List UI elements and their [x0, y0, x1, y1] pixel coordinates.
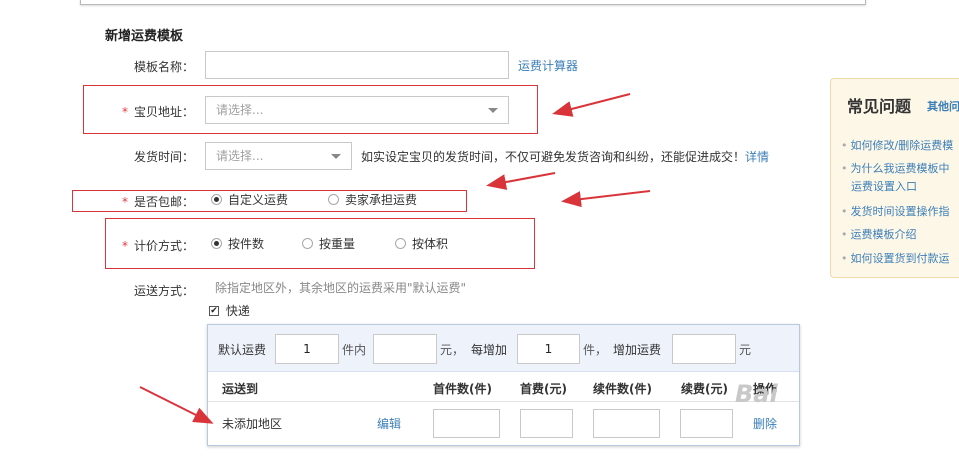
free-shipping-label-text: 是否包邮：	[133, 195, 194, 209]
arrow-to-location	[552, 93, 631, 117]
faq-item[interactable]: • 如何修改/删除运费模	[841, 137, 953, 153]
top-panel-edge	[80, 0, 866, 5]
arrow-to-free-shipping-2	[561, 190, 651, 208]
radio-unselected-icon	[302, 238, 313, 249]
first-fee-input[interactable]	[520, 409, 573, 438]
location-select[interactable]: 请选择...	[205, 96, 509, 124]
delete-row-link[interactable]: 删除	[753, 415, 777, 432]
faq-item[interactable]: • 如何设置货到付款运	[841, 250, 950, 266]
faq-panel: 常见问题 其他问 • 如何修改/删除运费模 • 为什么我运费模板中 运费设置入口 •…	[830, 78, 959, 278]
arrow-to-free-shipping-1	[486, 172, 556, 190]
faq-item-text: 运费设置入口	[851, 180, 917, 193]
chevron-down-icon	[331, 154, 341, 159]
edit-region-link[interactable]: 编辑	[377, 415, 401, 432]
default-qty-input[interactable]: 1	[275, 334, 339, 364]
radio-custom-freight[interactable]: 自定义运费	[211, 191, 288, 208]
faq-item-text: 运费模板介绍	[850, 228, 917, 241]
default-fee-label: 默认运费	[218, 343, 267, 357]
faq-item[interactable]: • 发货时间设置操作指	[841, 203, 950, 219]
header-ship-to: 运送到	[222, 382, 259, 396]
header-next-fee: 续费(元)	[681, 382, 728, 396]
express-checkbox[interactable]: ✔ 快递	[209, 302, 250, 319]
freight-calculator-link[interactable]: 运费计算器	[518, 57, 578, 74]
radio-seller-pays-label: 卖家承担运费	[345, 193, 418, 207]
radio-by-weight[interactable]: 按重量	[302, 235, 355, 252]
ship-time-label: 发货时间：	[133, 150, 194, 164]
checkmark-icon: ✔	[209, 305, 219, 316]
qty-unit-within: 件内	[342, 343, 367, 357]
radio-by-volume-label: 按体积	[412, 237, 449, 251]
piece-unit: 件，	[583, 343, 608, 357]
header-next-qty: 续件数(件)	[593, 382, 652, 396]
watermark-logo: Bai	[735, 380, 778, 408]
radio-selected-icon	[211, 194, 222, 205]
pricing-label: * 计价方式：	[104, 237, 194, 254]
ship-time-placeholder: 请选择...	[216, 149, 264, 163]
next-qty-input[interactable]	[593, 409, 660, 438]
radio-unselected-icon	[328, 194, 339, 205]
faq-item-text: 为什么我运费模板中	[850, 162, 950, 175]
radio-custom-freight-label: 自定义运费	[228, 193, 289, 207]
required-mark: *	[121, 105, 128, 119]
section-title: 新增运费模板	[105, 29, 184, 44]
chevron-down-icon	[488, 108, 498, 113]
express-freight-panel: 默认运费 1 件内 元， 每增加 1 件， 增加运费 元 运送到 首件数(件) …	[207, 324, 800, 446]
each-add-label: 每增加	[471, 343, 508, 357]
shipping-method-label: 运送方式：	[133, 284, 194, 298]
header-first-fee: 首费(元)	[520, 382, 567, 396]
location-label: * 宝贝地址：	[104, 103, 194, 120]
ship-time-hint-text: 如实设定宝贝的发货时间，不仅可避免发货咨询和纠纷，还能促进成交！	[361, 150, 746, 164]
required-mark: *	[121, 239, 128, 253]
ship-time-details-link[interactable]: 详情	[745, 150, 769, 164]
radio-by-piece[interactable]: 按件数	[211, 235, 264, 252]
region-text: 未添加地区	[222, 417, 283, 431]
radio-by-piece-label: 按件数	[228, 237, 265, 251]
radio-unselected-icon	[395, 238, 406, 249]
next-fee-input[interactable]	[680, 409, 733, 438]
free-shipping-label: * 是否包邮：	[104, 193, 194, 210]
add-fee-input[interactable]	[672, 334, 736, 364]
express-label: 快递	[225, 304, 250, 318]
faq-item[interactable]: • 运费模板介绍	[841, 226, 917, 242]
each-add-input[interactable]: 1	[517, 334, 580, 364]
faq-item-text: 发货时间设置操作指	[850, 205, 950, 218]
required-mark: *	[121, 195, 128, 209]
ship-time-hint: 如实设定宝贝的发货时间，不仅可避免发货咨询和纠纷，还能促进成交！详情	[361, 148, 769, 165]
faq-item-continued[interactable]: 运费设置入口	[851, 178, 917, 194]
location-label-text: 宝贝地址：	[133, 105, 194, 119]
default-fee-input[interactable]	[373, 334, 437, 364]
faq-other-link[interactable]: 其他问	[927, 98, 959, 114]
shipping-method-hint: 除指定地区外，其余地区的运费采用"默认运费"	[215, 281, 467, 295]
row-divider	[208, 401, 799, 402]
radio-by-volume[interactable]: 按体积	[395, 235, 448, 252]
faq-title: 常见问题	[847, 97, 912, 116]
template-name-input[interactable]	[205, 51, 509, 79]
template-name-label: 模板名称：	[133, 60, 194, 74]
header-first-qty: 首件数(件)	[433, 382, 492, 396]
add-fee-label: 增加运费	[613, 343, 662, 357]
faq-item[interactable]: • 为什么我运费模板中	[841, 160, 950, 176]
pricing-label-text: 计价方式：	[133, 239, 194, 253]
faq-item-text: 如何修改/删除运费模	[850, 139, 954, 152]
yuan-unit-1: 元，	[440, 343, 465, 357]
ship-time-select[interactable]: 请选择...	[205, 142, 352, 170]
radio-by-weight-label: 按重量	[319, 237, 356, 251]
radio-seller-pays[interactable]: 卖家承担运费	[328, 191, 417, 208]
faq-item-text: 如何设置货到付款运	[850, 252, 950, 265]
first-qty-input[interactable]	[433, 409, 500, 438]
location-placeholder: 请选择...	[216, 103, 264, 117]
yuan-unit-2: 元	[739, 343, 752, 357]
radio-selected-icon	[211, 238, 222, 249]
arrow-to-region	[139, 386, 214, 424]
